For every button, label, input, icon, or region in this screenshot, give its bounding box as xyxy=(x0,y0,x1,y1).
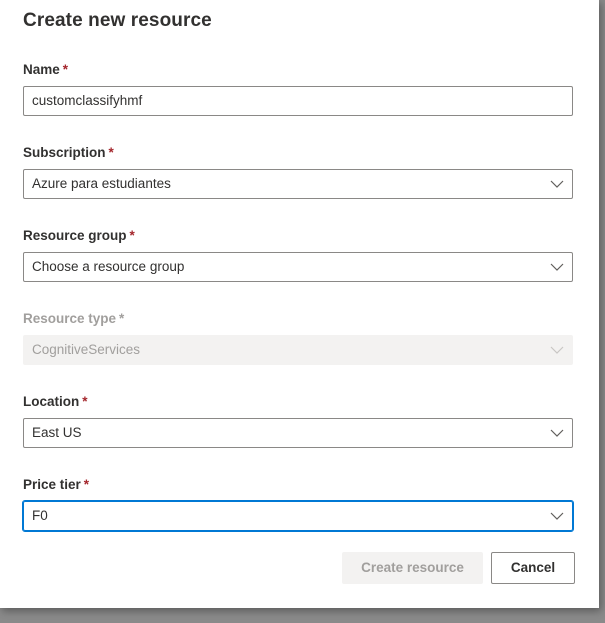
chevron-down-icon xyxy=(550,427,564,439)
name-input-value: customclassifyhmf xyxy=(32,93,143,108)
resource-type-label: Resource type * xyxy=(23,311,124,326)
price-tier-value: F0 xyxy=(32,508,48,523)
resource-type-dropdown: CognitiveServices xyxy=(23,335,573,365)
price-tier-label-text: Price tier xyxy=(23,477,81,492)
chevron-down-icon xyxy=(550,178,564,190)
required-marker: * xyxy=(83,477,90,492)
location-label: Location * xyxy=(23,394,88,409)
resource-group-value: Choose a resource group xyxy=(32,259,185,274)
required-marker: * xyxy=(129,228,135,243)
resource-group-label: Resource group * xyxy=(23,228,135,243)
subscription-label-text: Subscription xyxy=(23,145,106,160)
resource-group-label-text: Resource group xyxy=(23,228,127,243)
location-label-text: Location xyxy=(23,394,80,409)
create-resource-dialog: Create new resource Name * customclassify… xyxy=(0,0,599,608)
chevron-down-icon xyxy=(550,344,564,356)
price-tier-dropdown[interactable]: F0 xyxy=(22,500,574,532)
resource-type-label-text: Resource type xyxy=(23,311,117,326)
create-resource-button[interactable]: Create resource xyxy=(342,552,483,584)
resource-group-dropdown[interactable]: Choose a resource group xyxy=(23,252,573,282)
cancel-button[interactable]: Cancel xyxy=(491,552,575,584)
subscription-dropdown[interactable]: Azure para estudiantes xyxy=(23,169,573,199)
subscription-value: Azure para estudiantes xyxy=(32,176,171,191)
location-value: East US xyxy=(32,425,82,440)
required-marker: * xyxy=(82,394,88,409)
dialog-title: Create new resource xyxy=(23,10,212,31)
resource-type-value: CognitiveServices xyxy=(32,342,141,357)
subscription-label: Subscription * xyxy=(23,145,114,160)
name-label-text: Name xyxy=(23,62,60,77)
location-dropdown[interactable]: East US xyxy=(23,418,573,448)
required-marker: * xyxy=(62,62,69,77)
price-tier-label: Price tier * xyxy=(23,477,89,492)
required-marker: * xyxy=(119,311,125,326)
name-label: Name * xyxy=(23,62,68,77)
required-marker: * xyxy=(108,145,114,160)
name-input[interactable]: customclassifyhmf xyxy=(23,86,573,116)
chevron-down-icon xyxy=(550,261,564,273)
chevron-down-icon xyxy=(550,510,564,522)
